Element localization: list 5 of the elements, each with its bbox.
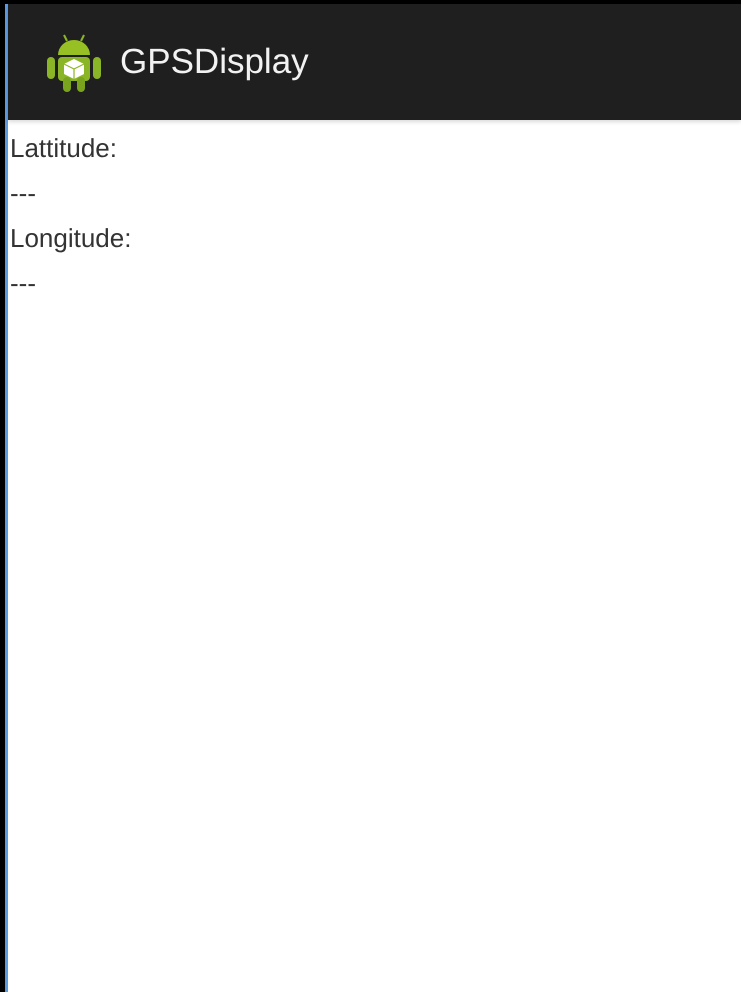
app-title: GPSDisplay — [120, 42, 309, 82]
field-label: Longitude: — [10, 222, 132, 255]
field-value: --- — [10, 177, 36, 210]
field-value: --- — [10, 267, 36, 300]
field-label: Lattitude: — [10, 132, 117, 165]
